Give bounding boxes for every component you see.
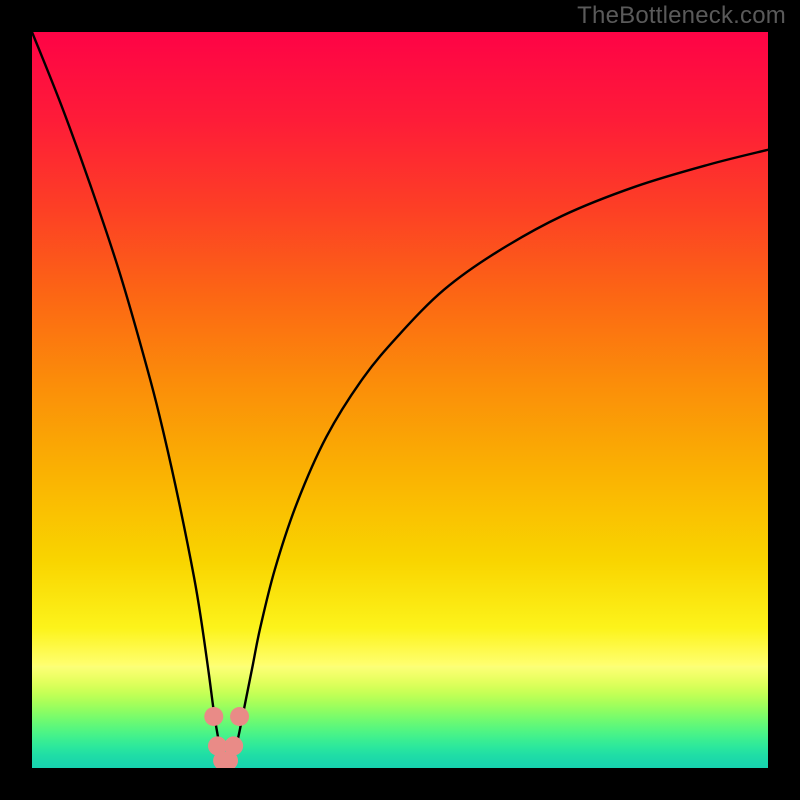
trough-marker [204, 707, 223, 726]
trough-marker [230, 707, 249, 726]
gradient-background [32, 32, 768, 768]
chart-frame: TheBottleneck.com [0, 0, 800, 800]
trough-marker [224, 736, 243, 755]
bottleneck-chart [32, 32, 768, 768]
plot-area [32, 32, 768, 768]
watermark-label: TheBottleneck.com [577, 0, 786, 32]
